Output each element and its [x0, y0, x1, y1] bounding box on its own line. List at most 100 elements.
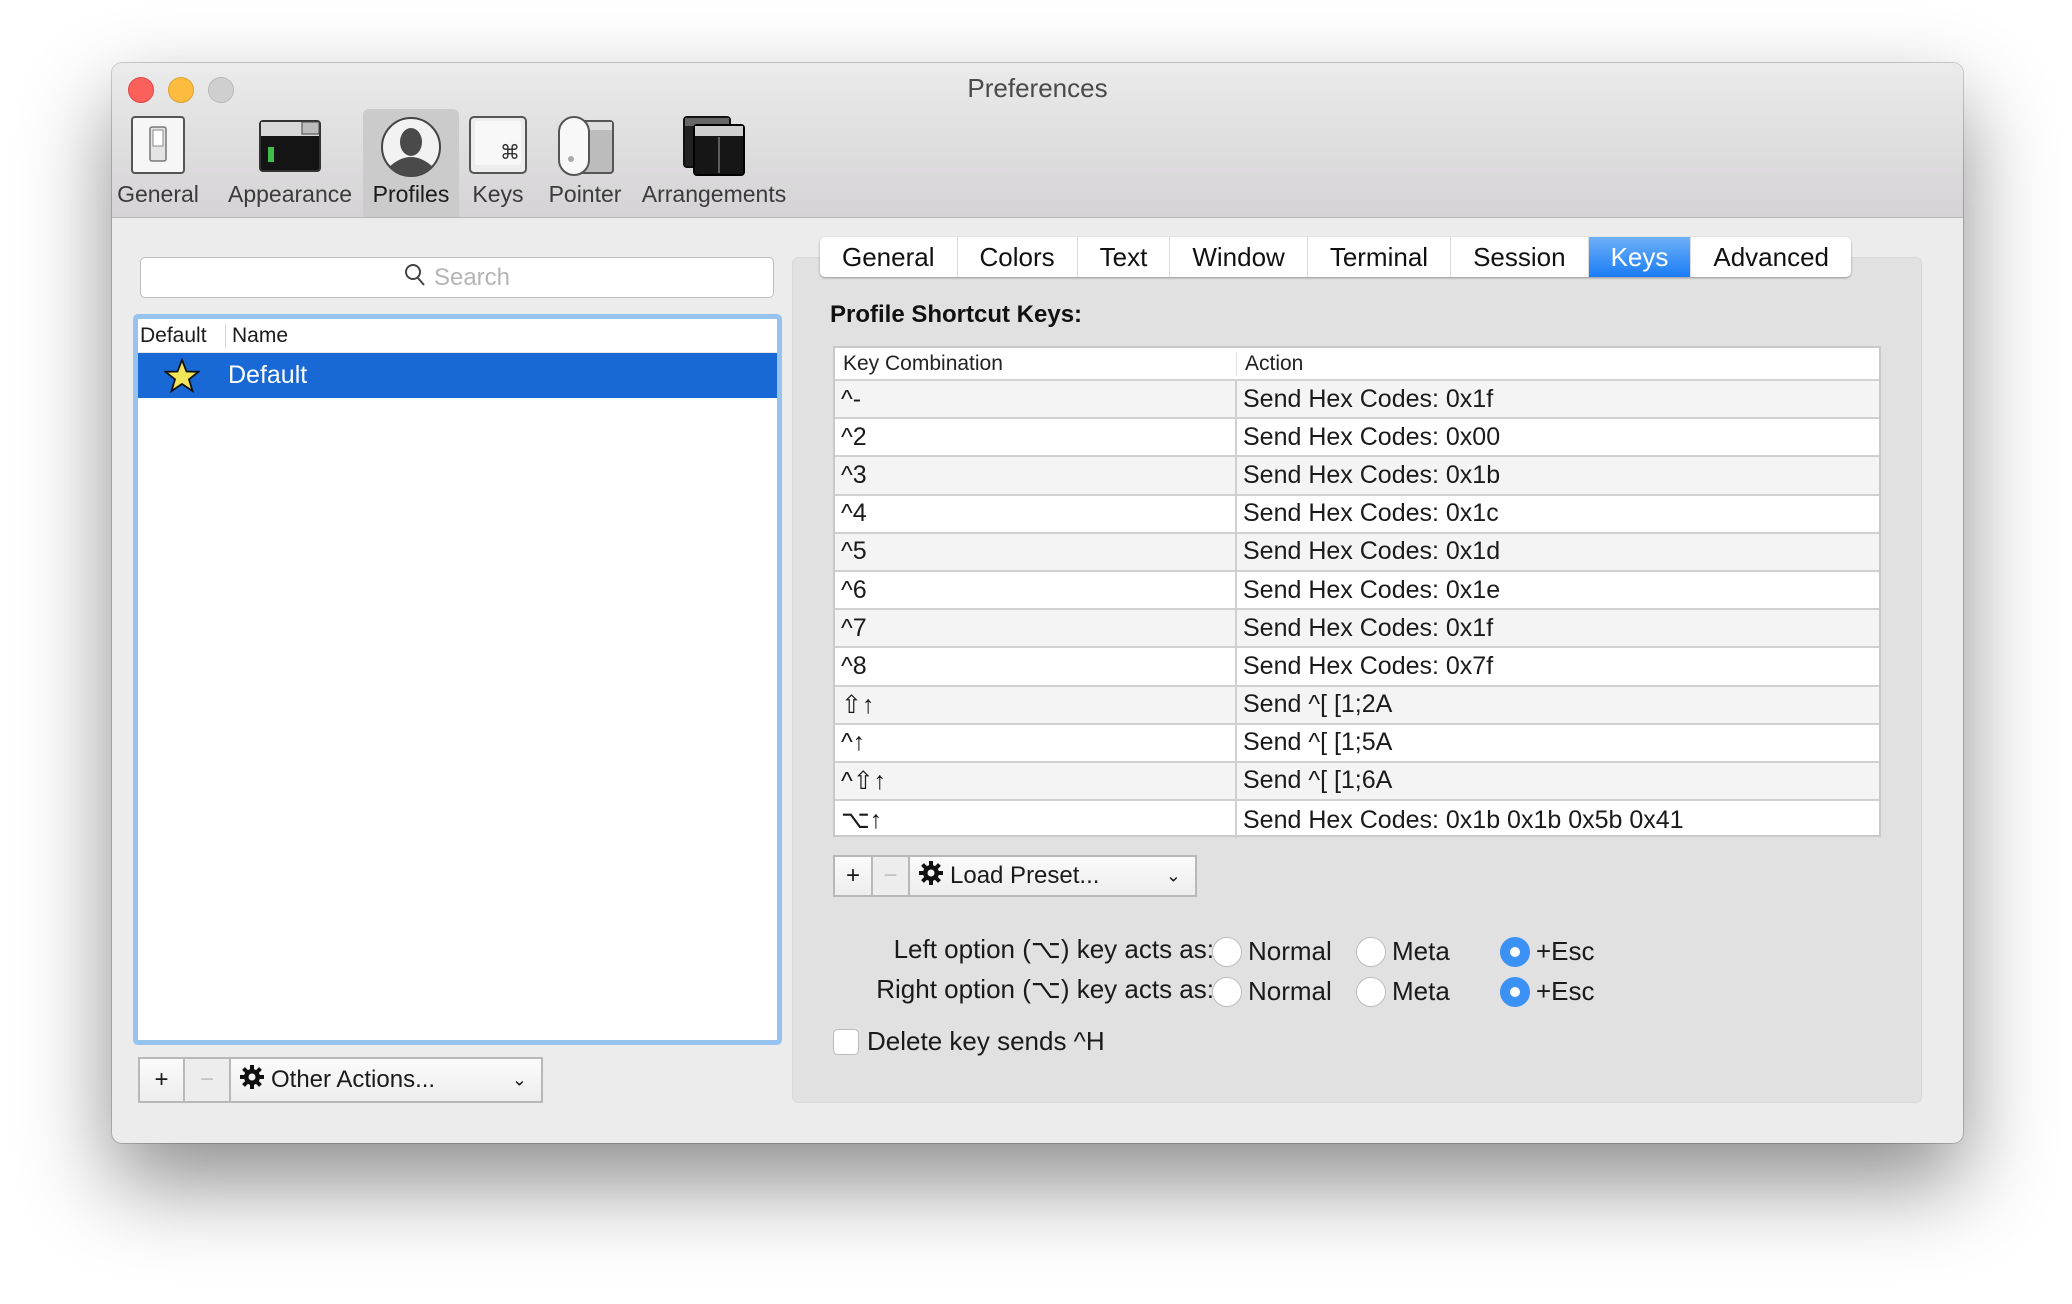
table-row[interactable]: ⌥↑ Send Hex Codes: 0x1b 0x1b 0x5b 0x41	[835, 801, 1879, 840]
toolbar-profiles[interactable]: Profiles	[363, 109, 459, 217]
action-cell: Send Hex Codes: 0x1c	[1243, 499, 1499, 528]
toolbar-label: General	[117, 181, 199, 207]
table-row[interactable]: ⇧↑ Send ^[ [1;2A	[835, 686, 1879, 725]
toolbar-label: Arrangements	[641, 181, 787, 207]
remove-shortcut-button[interactable]: −	[873, 855, 910, 897]
tab-general[interactable]: General	[820, 237, 958, 277]
radio-circle	[1356, 936, 1386, 967]
tab-advanced[interactable]: Advanced	[1691, 237, 1851, 277]
radio-circle	[1212, 976, 1242, 1007]
search-placeholder: Search	[433, 263, 511, 291]
radio-label: +Esc	[1536, 936, 1595, 966]
profile-actions: + − Other Actions... ⌄	[138, 1057, 543, 1103]
radio-label: Meta	[1392, 936, 1450, 966]
profile-row[interactable]: Default	[138, 353, 777, 398]
other-actions-dropdown[interactable]: Other Actions... ⌄	[231, 1057, 543, 1103]
other-actions-label: Other Actions...	[271, 1066, 436, 1093]
mouse-icon	[553, 115, 617, 179]
delete-sends-ctrl-h-checkbox[interactable]: Delete key sends ^H	[833, 1026, 1105, 1057]
column-header-default[interactable]: Default	[138, 323, 226, 348]
profile-list[interactable]: Default Name Default	[133, 314, 782, 1045]
table-row[interactable]: ^2 Send Hex Codes: 0x00	[835, 419, 1879, 458]
table-row[interactable]: ^⇧↑ Send ^[ [1;6A	[835, 762, 1879, 802]
user-silhouette-icon	[379, 115, 443, 179]
toolbar-label: Keys	[472, 181, 524, 207]
left-option-meta-radio[interactable]: Meta	[1356, 936, 1450, 967]
key-combination-cell: ^4	[835, 495, 1237, 532]
remove-profile-button[interactable]: −	[185, 1057, 231, 1103]
window-title: Preferences	[967, 73, 1108, 103]
table-row[interactable]: ^6 Send Hex Codes: 0x1e	[835, 571, 1879, 611]
toolbar-general[interactable]: General	[112, 109, 210, 217]
shortcut-keys-table[interactable]: Key Combination Action ^- Send Hex Codes:…	[833, 346, 1881, 840]
key-combination-cell: ⇧↑	[835, 686, 1237, 723]
key-combination-cell: ^8	[835, 648, 1237, 685]
left-option-normal-radio[interactable]: Normal	[1212, 936, 1332, 967]
radio-label: +Esc	[1536, 976, 1595, 1006]
toolbar-pointer[interactable]: Pointer	[540, 109, 630, 217]
left-option-esc-radio[interactable]: +Esc	[1500, 936, 1595, 967]
tab-colors[interactable]: Colors	[958, 237, 1078, 277]
radio-circle	[1356, 976, 1386, 1007]
column-header-name[interactable]: Name	[226, 324, 288, 348]
light-switch-icon	[126, 115, 190, 179]
table-body: ^- Send Hex Codes: 0x1f ^2 Send Hex Codes: …	[835, 381, 1879, 840]
radio-circle	[1500, 936, 1530, 967]
gear-icon	[918, 860, 944, 893]
tab-terminal[interactable]: Terminal	[1308, 237, 1452, 277]
add-profile-button[interactable]: +	[138, 1057, 185, 1103]
radio-label: Normal	[1248, 936, 1332, 966]
shortcut-actions: + − Load Preset... ⌄	[833, 855, 1197, 897]
checkbox-label: Delete key sends ^H	[867, 1026, 1105, 1056]
table-header: Key Combination Action	[835, 348, 1879, 381]
action-cell: Send Hex Codes: 0x1b	[1243, 460, 1501, 489]
radio-label: Meta	[1392, 976, 1450, 1006]
action-cell: Send ^[ [1;6A	[1243, 766, 1393, 795]
window-arrangement-icon	[682, 115, 746, 179]
table-row[interactable]: ^8 Send Hex Codes: 0x7f	[835, 648, 1879, 687]
command-key-icon: ⌘	[466, 115, 530, 179]
key-combination-cell: ^-	[835, 381, 1237, 418]
table-row[interactable]: ^7 Send Hex Codes: 0x1f	[835, 610, 1879, 649]
profile-tabs: General Colors Text Window Terminal Sess…	[820, 237, 1852, 277]
titlebar: Preferences General Appearance Profiles …	[112, 63, 1963, 218]
add-shortcut-button[interactable]: +	[833, 855, 873, 897]
toolbar-keys[interactable]: ⌘ Keys	[464, 109, 532, 217]
star-icon	[138, 357, 226, 394]
terminal-window-icon	[258, 115, 322, 179]
right-option-meta-radio[interactable]: Meta	[1356, 976, 1450, 1007]
chevron-down-icon: ⌄	[1165, 865, 1181, 886]
table-row[interactable]: ^5 Send Hex Codes: 0x1d	[835, 533, 1879, 572]
table-row[interactable]: ^4 Send Hex Codes: 0x1c	[835, 495, 1879, 534]
toolbar-arrangements[interactable]: Arrangements	[636, 109, 792, 217]
radio-circle	[1212, 936, 1242, 967]
table-row[interactable]: ^3 Send Hex Codes: 0x1b	[835, 457, 1879, 496]
key-combination-cell: ^↑	[835, 724, 1237, 761]
table-row[interactable]: ^↑ Send ^[ [1;5A	[835, 724, 1879, 763]
action-cell: Send ^[ [1;2A	[1243, 690, 1393, 719]
action-cell: Send Hex Codes: 0x1b 0x1b 0x5b 0x41	[1243, 805, 1684, 834]
key-combination-cell: ^⇧↑	[835, 762, 1237, 800]
tab-window[interactable]: Window	[1170, 237, 1308, 277]
chevron-down-icon: ⌄	[511, 1069, 527, 1090]
column-header-action[interactable]: Action	[1237, 352, 1303, 376]
preferences-window: Preferences General Appearance Profiles …	[112, 63, 1963, 1143]
tab-text[interactable]: Text	[1078, 237, 1171, 277]
radio-circle	[1500, 976, 1530, 1007]
right-option-normal-radio[interactable]: Normal	[1212, 976, 1332, 1007]
table-row[interactable]: ^- Send Hex Codes: 0x1f	[835, 381, 1879, 420]
tab-keys[interactable]: Keys	[1588, 237, 1692, 277]
right-option-label: Right option (⌥) key acts as:	[876, 974, 1214, 1004]
column-header-key-combination[interactable]: Key Combination	[835, 351, 1237, 376]
profile-search-input[interactable]: Search	[140, 257, 774, 298]
tab-session[interactable]: Session	[1451, 237, 1589, 277]
gear-icon	[239, 1064, 265, 1097]
profile-name: Default	[228, 361, 308, 389]
key-combination-cell: ^3	[835, 457, 1237, 494]
key-combination-cell: ^7	[835, 610, 1237, 647]
search-icon	[404, 263, 426, 292]
toolbar-appearance[interactable]: Appearance	[228, 109, 352, 217]
load-preset-dropdown[interactable]: Load Preset... ⌄	[910, 855, 1197, 897]
right-option-esc-radio[interactable]: +Esc	[1500, 976, 1595, 1007]
radio-label: Normal	[1248, 976, 1332, 1006]
